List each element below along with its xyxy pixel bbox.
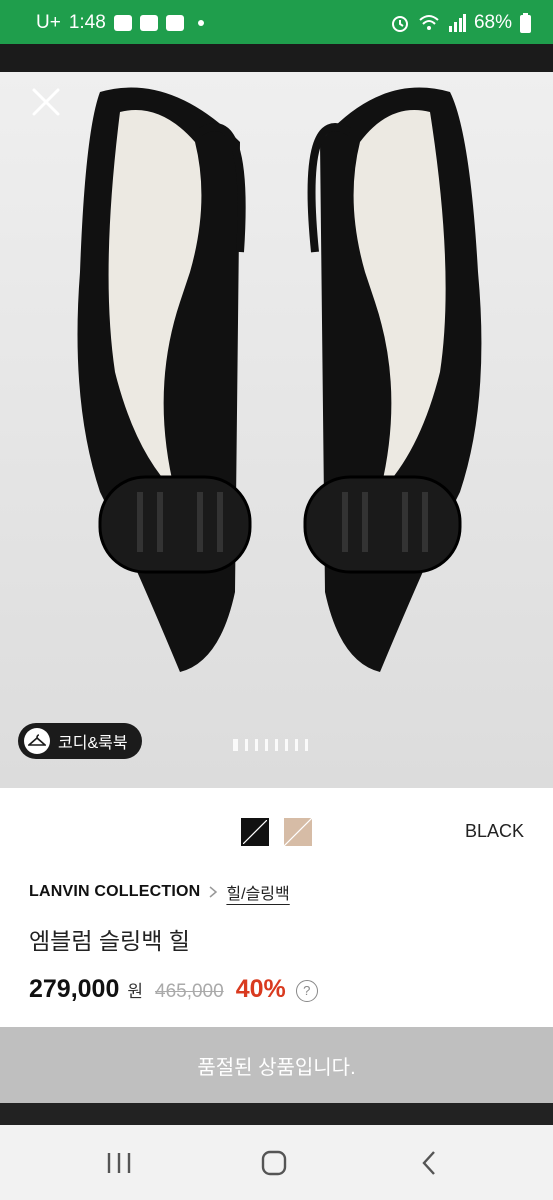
pager-dot[interactable] (295, 739, 298, 751)
product-name: 엠블럼 슬링백 힐 (29, 928, 190, 954)
selected-color-name: BLACK (464, 821, 524, 841)
breadcrumb: LANVIN COLLECTION 힐/슬링백 (29, 880, 290, 904)
category-link[interactable]: 힐/슬링백 (226, 880, 289, 904)
image-pager[interactable] (233, 739, 308, 751)
color-swatch-beige[interactable] (284, 818, 312, 846)
signal-icon (448, 14, 466, 32)
image-notification-icon (139, 15, 158, 31)
color-swatch-black[interactable] (241, 818, 269, 846)
carrier-label: U+ (36, 12, 61, 33)
swatch-soldout-mark (284, 818, 312, 846)
status-bar: U+ 1:48 68% (0, 0, 553, 44)
pager-dot[interactable] (285, 739, 288, 751)
lookbook-label: 코디&룩북 (58, 735, 128, 752)
battery-percent: 68% (473, 12, 512, 33)
original-price: 465,000 (155, 981, 224, 1002)
close-icon[interactable] (28, 84, 64, 120)
soldout-button[interactable]: 품절된 상품입니다. (0, 1027, 553, 1103)
recent-apps-icon[interactable] (97, 1145, 141, 1181)
alarm-icon (391, 16, 408, 32)
battery-icon (520, 13, 531, 33)
status-right: 68% (390, 12, 531, 34)
pager-dot[interactable] (265, 739, 268, 751)
pager-dot[interactable] (245, 739, 248, 751)
system-navigation-bar (0, 1125, 553, 1200)
currency-label: 원 (127, 982, 144, 1001)
clock: 1:48 (68, 12, 106, 33)
key-notification-icon (165, 15, 184, 31)
bottom-dark-strip (0, 1103, 553, 1125)
status-left: U+ 1:48 (36, 12, 204, 34)
pager-dot[interactable] (305, 739, 308, 751)
lookbook-chip[interactable]: 코디&룩북 (18, 723, 142, 759)
product-image-gallery[interactable]: 코디&룩북 (0, 72, 553, 788)
kakaotalk-notification-icon (113, 15, 132, 31)
product-photo (0, 72, 553, 788)
pager-dot[interactable] (233, 739, 238, 751)
chevron-right-icon (209, 886, 218, 898)
back-icon[interactable] (408, 1145, 452, 1181)
sale-price: 279,000 (29, 975, 120, 1003)
pager-dot[interactable] (275, 739, 278, 751)
wifi-icon (419, 15, 439, 30)
home-icon[interactable] (252, 1145, 296, 1181)
top-dark-strip (0, 44, 553, 72)
more-notifications-icon (197, 20, 204, 26)
hanger-icon (24, 728, 50, 754)
price-help-icon[interactable]: ? (295, 979, 318, 1002)
price-row: 279,000 원 465,000 40% ? (29, 975, 318, 1004)
pager-dot[interactable] (255, 739, 258, 751)
swatch-selected-mark (243, 820, 267, 844)
brand-link[interactable]: LANVIN COLLECTION (29, 883, 200, 901)
discount-rate: 40% (235, 975, 286, 1003)
